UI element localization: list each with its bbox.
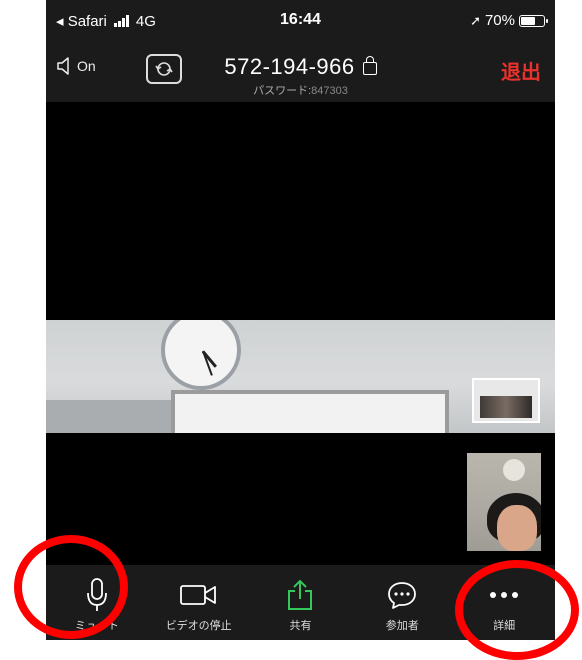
share-button[interactable]: 共有	[250, 565, 352, 640]
whiteboard-image	[171, 390, 449, 433]
stop-video-label: ビデオの停止	[165, 620, 232, 632]
battery-percent: 70%	[484, 12, 515, 29]
share-icon	[288, 579, 313, 610]
microphone-icon	[86, 578, 107, 611]
share-label: 共有	[289, 620, 312, 632]
mute-label: ミュート	[74, 620, 119, 632]
meeting-id-title[interactable]: 572-194-966	[46, 54, 555, 80]
more-dots-icon	[490, 592, 519, 598]
mute-button[interactable]: ミュート	[46, 565, 148, 640]
location-icon: ➚	[470, 12, 481, 28]
active-speaker-video[interactable]	[46, 320, 555, 433]
stop-video-button[interactable]: ビデオの停止	[148, 565, 250, 640]
video-camera-icon	[179, 585, 216, 605]
participants-button[interactable]: 参加者	[351, 565, 453, 640]
wall-clock-image	[161, 320, 241, 390]
meeting-toolbar: ミュート ビデオの停止 共有 参加者 詳細	[46, 565, 555, 640]
wall-photo-image	[472, 378, 540, 423]
status-right: ➚ 70%	[470, 12, 548, 29]
more-button[interactable]: 詳細	[453, 565, 555, 640]
video-wall-shadow	[46, 400, 186, 433]
meeting-password: パスワード:847303	[46, 82, 555, 98]
battery-icon	[519, 14, 548, 27]
password-label: パスワード:	[253, 85, 312, 97]
phone-screen: ◂ Safari 4G 16:44 ➚ 70% On 572-194-966 パ…	[46, 0, 555, 640]
leave-button[interactable]: 退出	[501, 56, 541, 85]
self-view-thumbnail[interactable]	[467, 453, 541, 551]
more-label: 詳細	[493, 620, 516, 632]
chat-bubble-icon	[388, 582, 417, 609]
participants-label: 参加者	[385, 620, 419, 632]
status-bar: ◂ Safari 4G 16:44 ➚ 70%	[46, 0, 555, 40]
meeting-header: On 572-194-966 パスワード:847303 退出	[46, 40, 555, 102]
password-value: 847303	[311, 85, 348, 97]
lock-icon	[362, 56, 377, 75]
meeting-id-text: 572-194-966	[224, 54, 355, 79]
